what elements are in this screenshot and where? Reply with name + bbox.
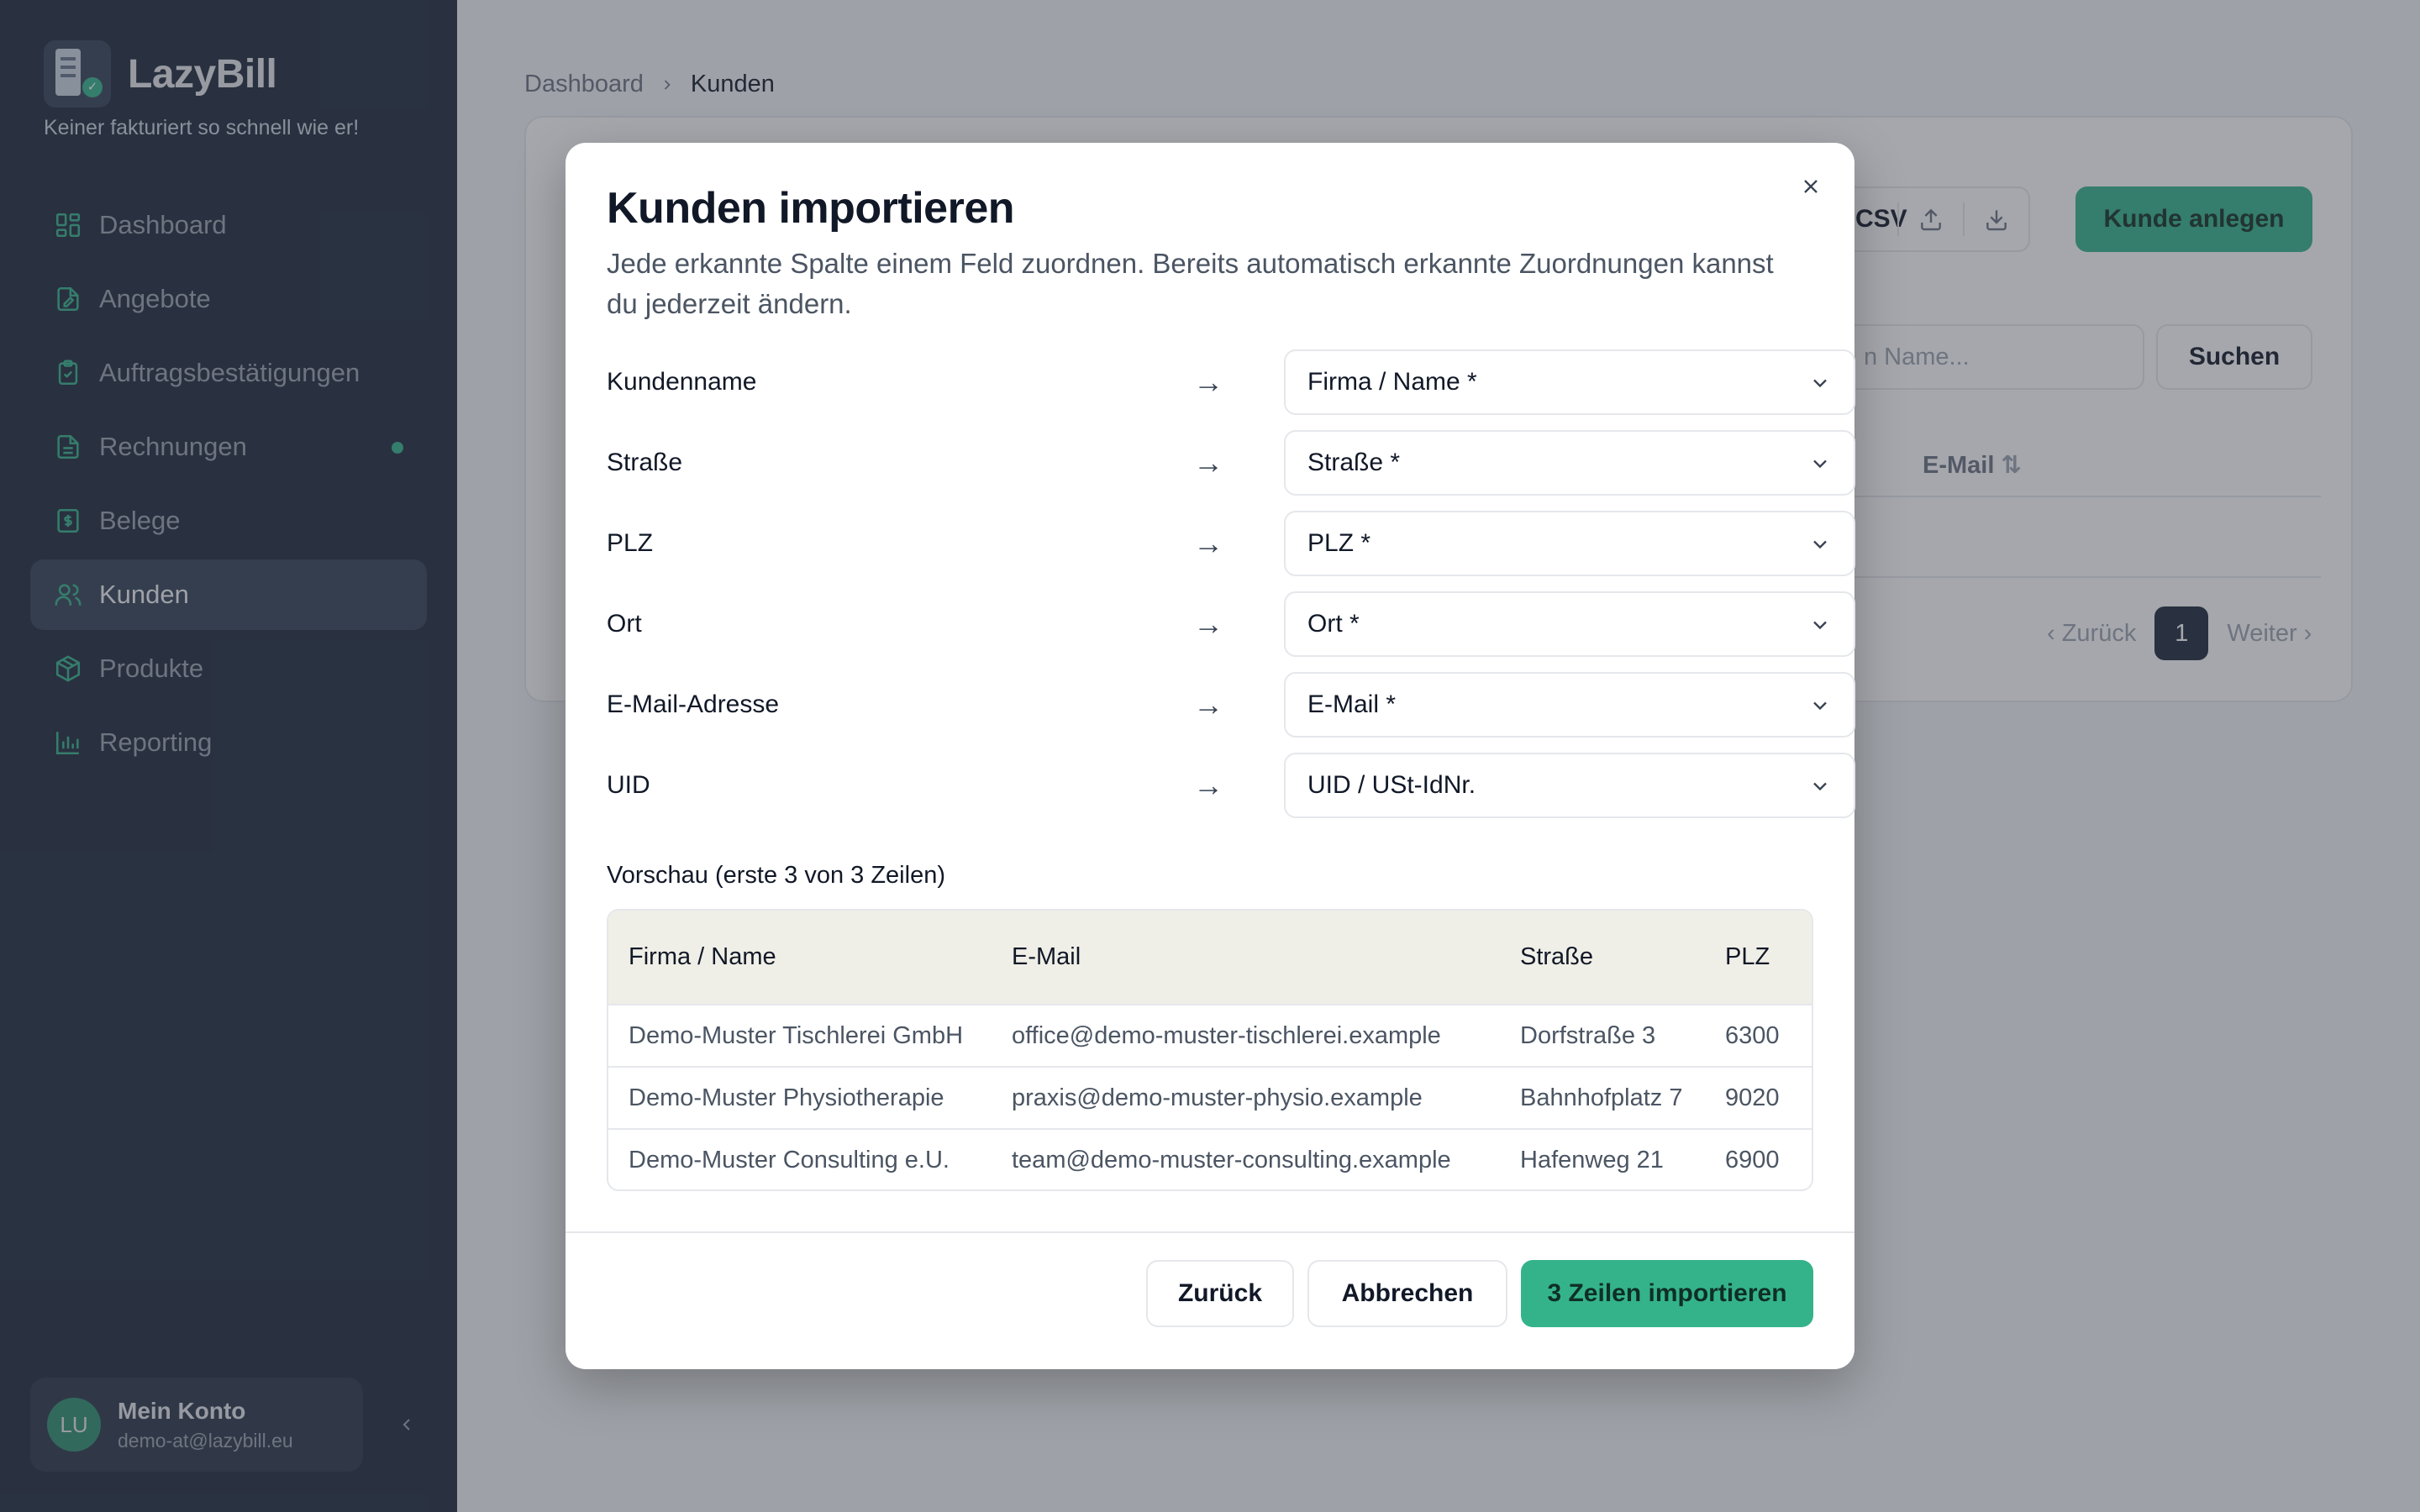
- back-button[interactable]: Zurück: [1146, 1260, 1294, 1327]
- mapping-target: Straße *: [1307, 449, 1401, 476]
- dialog-description: Jede erkannte Spalte einem Feld zuordnen…: [607, 248, 1774, 319]
- dialog-title: Kunden importieren: [607, 184, 1015, 233]
- mapping-row: Straße → Straße *: [607, 430, 1855, 496]
- mapping-source: E-Mail-Adresse: [607, 690, 780, 718]
- column-header: PLZ: [1725, 943, 1770, 970]
- import-customers-dialog: Kunden importieren Jede erkannte Spalte …: [566, 143, 1855, 1369]
- close-button[interactable]: [1792, 168, 1829, 205]
- arrow-right-icon: →: [1193, 526, 1223, 560]
- chevron-down-icon: [1813, 459, 1827, 469]
- mapping-target: Firma / Name *: [1307, 368, 1477, 396]
- chevron-down-icon: [1813, 540, 1827, 549]
- preview-table: Firma / Name E-Mail Straße PLZ Demo-Must…: [607, 909, 1813, 1191]
- mapping-target: UID / USt-IdNr.: [1307, 771, 1476, 799]
- chevron-down-icon: [1813, 621, 1827, 630]
- table-cell: Demo-Muster Physiotherapie: [608, 1066, 992, 1129]
- table-cell: team@demo-muster-consulting.example: [992, 1128, 1500, 1189]
- mapping-row: UID → UID / USt-IdNr.: [607, 753, 1855, 818]
- mapping-source: UID: [607, 771, 650, 799]
- preview-label: Vorschau (erste 3 von 3 Zeilen): [607, 862, 945, 889]
- table-cell: 6900: [1705, 1128, 1812, 1189]
- mapping-source: Straße: [607, 449, 683, 476]
- mapping-row: PLZ → PLZ *: [607, 511, 1855, 576]
- arrow-right-icon: →: [1193, 606, 1223, 641]
- mapping-target: Ort *: [1307, 610, 1360, 638]
- table-cell: praxis@demo-muster-physio.example: [992, 1066, 1500, 1129]
- divider: [566, 1231, 1854, 1233]
- cancel-button[interactable]: Abbrechen: [1307, 1260, 1507, 1327]
- mapping-target: PLZ *: [1307, 529, 1371, 557]
- close-icon: [1804, 180, 1818, 193]
- arrow-right-icon: →: [1193, 365, 1223, 399]
- mapping-target: E-Mail *: [1307, 690, 1397, 718]
- arrow-right-icon: →: [1193, 768, 1223, 802]
- mapping-select[interactable]: E-Mail *: [1284, 672, 1855, 738]
- column-header: E-Mail: [1012, 943, 1081, 970]
- mapping-row: Kundenname → Firma / Name *: [607, 349, 1855, 415]
- mapping-row: E-Mail-Adresse → E-Mail *: [607, 672, 1855, 738]
- mapping-select[interactable]: Straße *: [1284, 430, 1855, 496]
- mapping-source: Ort: [607, 610, 642, 638]
- table-cell: Hafenweg 21: [1500, 1128, 1705, 1189]
- table-cell: Bahnhofplatz 7: [1500, 1066, 1705, 1129]
- table-cell: Demo-Muster Consulting e.U.: [608, 1128, 992, 1189]
- mapping-source: PLZ: [607, 529, 654, 557]
- table-row: Demo-Muster Consulting e.U. team@demo-mu…: [608, 1128, 1812, 1189]
- table-cell: office@demo-muster-tischlerei.example: [992, 1004, 1500, 1067]
- mapping-row: Ort → Ort *: [607, 591, 1855, 657]
- arrow-right-icon: →: [1193, 687, 1223, 722]
- column-header: Firma / Name: [629, 943, 776, 970]
- chevron-down-icon: [1813, 701, 1827, 711]
- table-cell: Dorfstraße 3: [1500, 1004, 1705, 1067]
- chevron-down-icon: [1813, 782, 1827, 791]
- mapping-source: Kundenname: [607, 368, 757, 396]
- import-rows-button[interactable]: 3 Zeilen importieren: [1521, 1260, 1813, 1327]
- table-cell: Demo-Muster Tischlerei GmbH: [608, 1004, 992, 1067]
- table-cell: 9020: [1705, 1066, 1812, 1129]
- mapping-select[interactable]: Firma / Name *: [1284, 349, 1855, 415]
- table-row: Demo-Muster Physiotherapie praxis@demo-m…: [608, 1066, 1812, 1129]
- table-cell: 6300: [1705, 1004, 1812, 1067]
- arrow-right-icon: →: [1193, 445, 1223, 480]
- mapping-select[interactable]: Ort *: [1284, 591, 1855, 657]
- mapping-select[interactable]: UID / USt-IdNr.: [1284, 753, 1855, 818]
- table-header-row: Firma / Name E-Mail Straße PLZ: [608, 911, 1812, 1005]
- column-header: Straße: [1520, 943, 1594, 970]
- mapping-select[interactable]: PLZ *: [1284, 511, 1855, 576]
- table-row: Demo-Muster Tischlerei GmbH office@demo-…: [608, 1004, 1812, 1067]
- chevron-down-icon: [1813, 379, 1827, 388]
